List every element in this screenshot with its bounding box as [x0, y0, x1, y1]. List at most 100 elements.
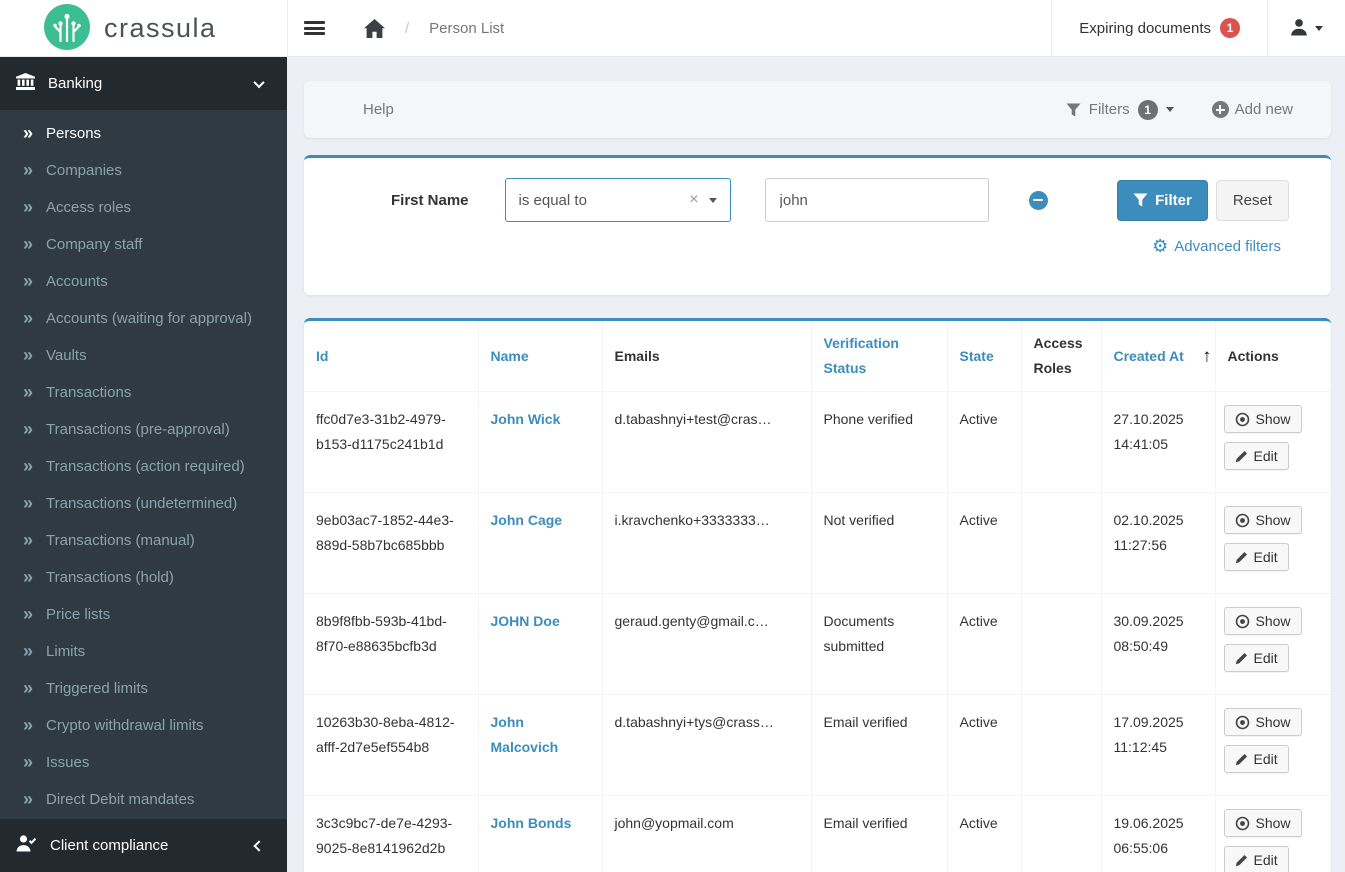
sidebar-item-persons[interactable]: » Persons — [0, 115, 287, 152]
user-check-icon — [16, 835, 37, 856]
state-cell: Active — [946, 795, 1022, 872]
reset-button[interactable]: Reset — [1215, 179, 1289, 221]
person-name-link[interactable]: John Malcovich — [491, 714, 559, 755]
sidebar-item-company-staff[interactable]: » Company staff — [0, 226, 287, 263]
column-header-access-roles: Access Roles — [1020, 321, 1102, 392]
access-roles-cell — [1020, 391, 1102, 493]
home-icon[interactable] — [364, 18, 385, 38]
double-chevron-icon: » — [23, 566, 34, 587]
person-name-link[interactable]: John Wick — [491, 411, 561, 427]
filters-dropdown[interactable]: Filters 1 — [1066, 99, 1174, 120]
eye-icon — [1235, 513, 1250, 528]
pencil-icon — [1235, 854, 1248, 867]
chevron-down-icon — [253, 76, 265, 88]
filters-count-badge: 1 — [1137, 99, 1158, 120]
operator-select[interactable]: is equal to × — [504, 178, 731, 222]
remove-filter-button[interactable] — [1028, 190, 1048, 210]
person-name-link[interactable]: John Bonds — [491, 815, 572, 831]
show-button-label: Show — [1255, 411, 1291, 427]
person-emails-cell: geraud.genty@gmail.c… — [601, 593, 812, 695]
edit-button-label: Edit — [1253, 751, 1278, 767]
user-icon — [1290, 18, 1308, 39]
filter-actions: Filter Reset — [1117, 179, 1289, 221]
sidebar-item-transactions-manual[interactable]: » Transactions (manual) — [0, 522, 287, 559]
person-name-link[interactable]: John Cage — [491, 512, 563, 528]
eye-icon — [1235, 614, 1250, 629]
table-header-row: Id Name Emails Verification Status State Acce… — [304, 321, 1331, 392]
table-row: 10263b30-8eba-4812-afff-2d7e5ef554b8 John… — [304, 694, 1331, 796]
double-chevron-icon: » — [23, 381, 34, 402]
actions-cell: Show Edit — [1214, 694, 1331, 796]
sidebar-item-label: Issues — [46, 754, 90, 771]
person-id-cell: ffc0d7e3-31b2-4979-b153-d1175c241b1d — [304, 391, 479, 493]
column-header-verification-status[interactable]: Verification Status — [810, 321, 948, 392]
person-name-cell: John Wick — [477, 391, 603, 493]
column-header-emails: Emails — [601, 321, 812, 392]
advanced-filters-link[interactable]: ⚙ Advanced filters — [1152, 237, 1281, 255]
column-header-id[interactable]: Id — [304, 321, 479, 392]
access-roles-cell — [1020, 593, 1102, 695]
sidebar-item-transactions-action-required[interactable]: » Transactions (action required) — [0, 448, 287, 485]
column-header-name[interactable]: Name — [477, 321, 603, 392]
sidebar-section-client-compliance[interactable]: Client compliance — [0, 819, 287, 872]
column-header-label: Emails — [614, 347, 660, 364]
user-menu-button[interactable] — [1267, 0, 1345, 56]
sidebar-item-price-lists[interactable]: » Price lists — [0, 596, 287, 633]
edit-button[interactable]: Edit — [1223, 644, 1289, 672]
sidebar-item-label: Persons — [46, 125, 102, 142]
sidebar-item-limits[interactable]: » Limits — [0, 633, 287, 670]
edit-button[interactable]: Edit — [1223, 442, 1289, 470]
edit-button[interactable]: Edit — [1223, 846, 1289, 872]
column-header-state[interactable]: State — [946, 321, 1022, 392]
sidebar-item-triggered-limits[interactable]: » Triggered limits — [0, 670, 287, 707]
show-button[interactable]: Show — [1223, 506, 1302, 534]
sidebar-item-crypto-withdrawal-limits[interactable]: » Crypto withdrawal limits — [0, 707, 287, 744]
sidebar-item-accounts-waiting-for-approval[interactable]: » Accounts (waiting for approval) — [0, 300, 287, 337]
double-chevron-icon: » — [23, 529, 34, 550]
sidebar-item-access-roles[interactable]: » Access roles — [0, 189, 287, 226]
hamburger-icon — [303, 19, 325, 38]
top-header: crassula / Person List Expiring document… — [0, 0, 1345, 57]
filter-value-input[interactable] — [764, 178, 989, 222]
edit-button[interactable]: Edit — [1223, 745, 1289, 773]
column-header-label: Actions — [1227, 347, 1279, 364]
verification-status-cell: Phone verified — [810, 391, 948, 493]
sidebar-item-transactions[interactable]: » Transactions — [0, 374, 287, 411]
sidebar-section-banking[interactable]: Banking — [0, 57, 287, 110]
crassula-logo[interactable]: crassula — [0, 0, 287, 56]
expiring-documents-link[interactable]: Expiring documents 1 — [1051, 0, 1267, 56]
sidebar-item-transactions-undetermined[interactable]: » Transactions (undetermined) — [0, 485, 287, 522]
person-name-cell: JOHN Doe — [477, 593, 603, 695]
show-button[interactable]: Show — [1223, 809, 1302, 837]
sidebar-item-label: Vaults — [46, 347, 87, 364]
sidebar-section-label: Client compliance — [50, 837, 169, 854]
help-link[interactable]: Help — [363, 101, 394, 118]
sidebar-item-issues[interactable]: » Issues — [0, 744, 287, 781]
person-name-link[interactable]: JOHN Doe — [491, 613, 560, 629]
show-button[interactable]: Show — [1223, 405, 1302, 433]
main-content: Help Filters 1 Add new First Name is equ… — [287, 57, 1345, 872]
expiring-documents-label: Expiring documents — [1079, 19, 1211, 37]
sidebar-item-companies[interactable]: » Companies — [0, 152, 287, 189]
person-id-cell: 8b9f8fbb-593b-41bd-8f70-e88635bcfb3d — [304, 593, 479, 695]
sidebar-item-transactions-hold[interactable]: » Transactions (hold) — [0, 559, 287, 596]
sidebar-item-transactions-pre-approval[interactable]: » Transactions (pre-approval) — [0, 411, 287, 448]
column-header-created-at[interactable]: Created At ↑ — [1100, 321, 1216, 392]
clear-selection-icon[interactable]: × — [689, 191, 698, 209]
created-at-cell: 02.10.2025 11:27:56 — [1100, 492, 1216, 594]
edit-button[interactable]: Edit — [1223, 543, 1289, 571]
show-button[interactable]: Show — [1223, 708, 1302, 736]
person-id-cell: 9eb03ac7-1852-44e3-889d-58b7bc685bbb — [304, 492, 479, 594]
edit-button-label: Edit — [1253, 549, 1278, 565]
state-cell: Active — [946, 593, 1022, 695]
sidebar-item-vaults[interactable]: » Vaults — [0, 337, 287, 374]
filter-submit-button[interactable]: Filter — [1117, 179, 1208, 221]
add-new-button[interactable]: Add new — [1211, 101, 1293, 118]
double-chevron-icon: » — [23, 492, 34, 513]
logo-text: crassula — [104, 12, 217, 43]
sidebar-toggle-button[interactable] — [288, 0, 340, 56]
sidebar-item-accounts[interactable]: » Accounts — [0, 263, 287, 300]
show-button[interactable]: Show — [1223, 607, 1302, 635]
sidebar-item-direct-debit-mandates[interactable]: » Direct Debit mandates — [0, 781, 287, 818]
sidebar-item-label: Access roles — [46, 199, 132, 216]
